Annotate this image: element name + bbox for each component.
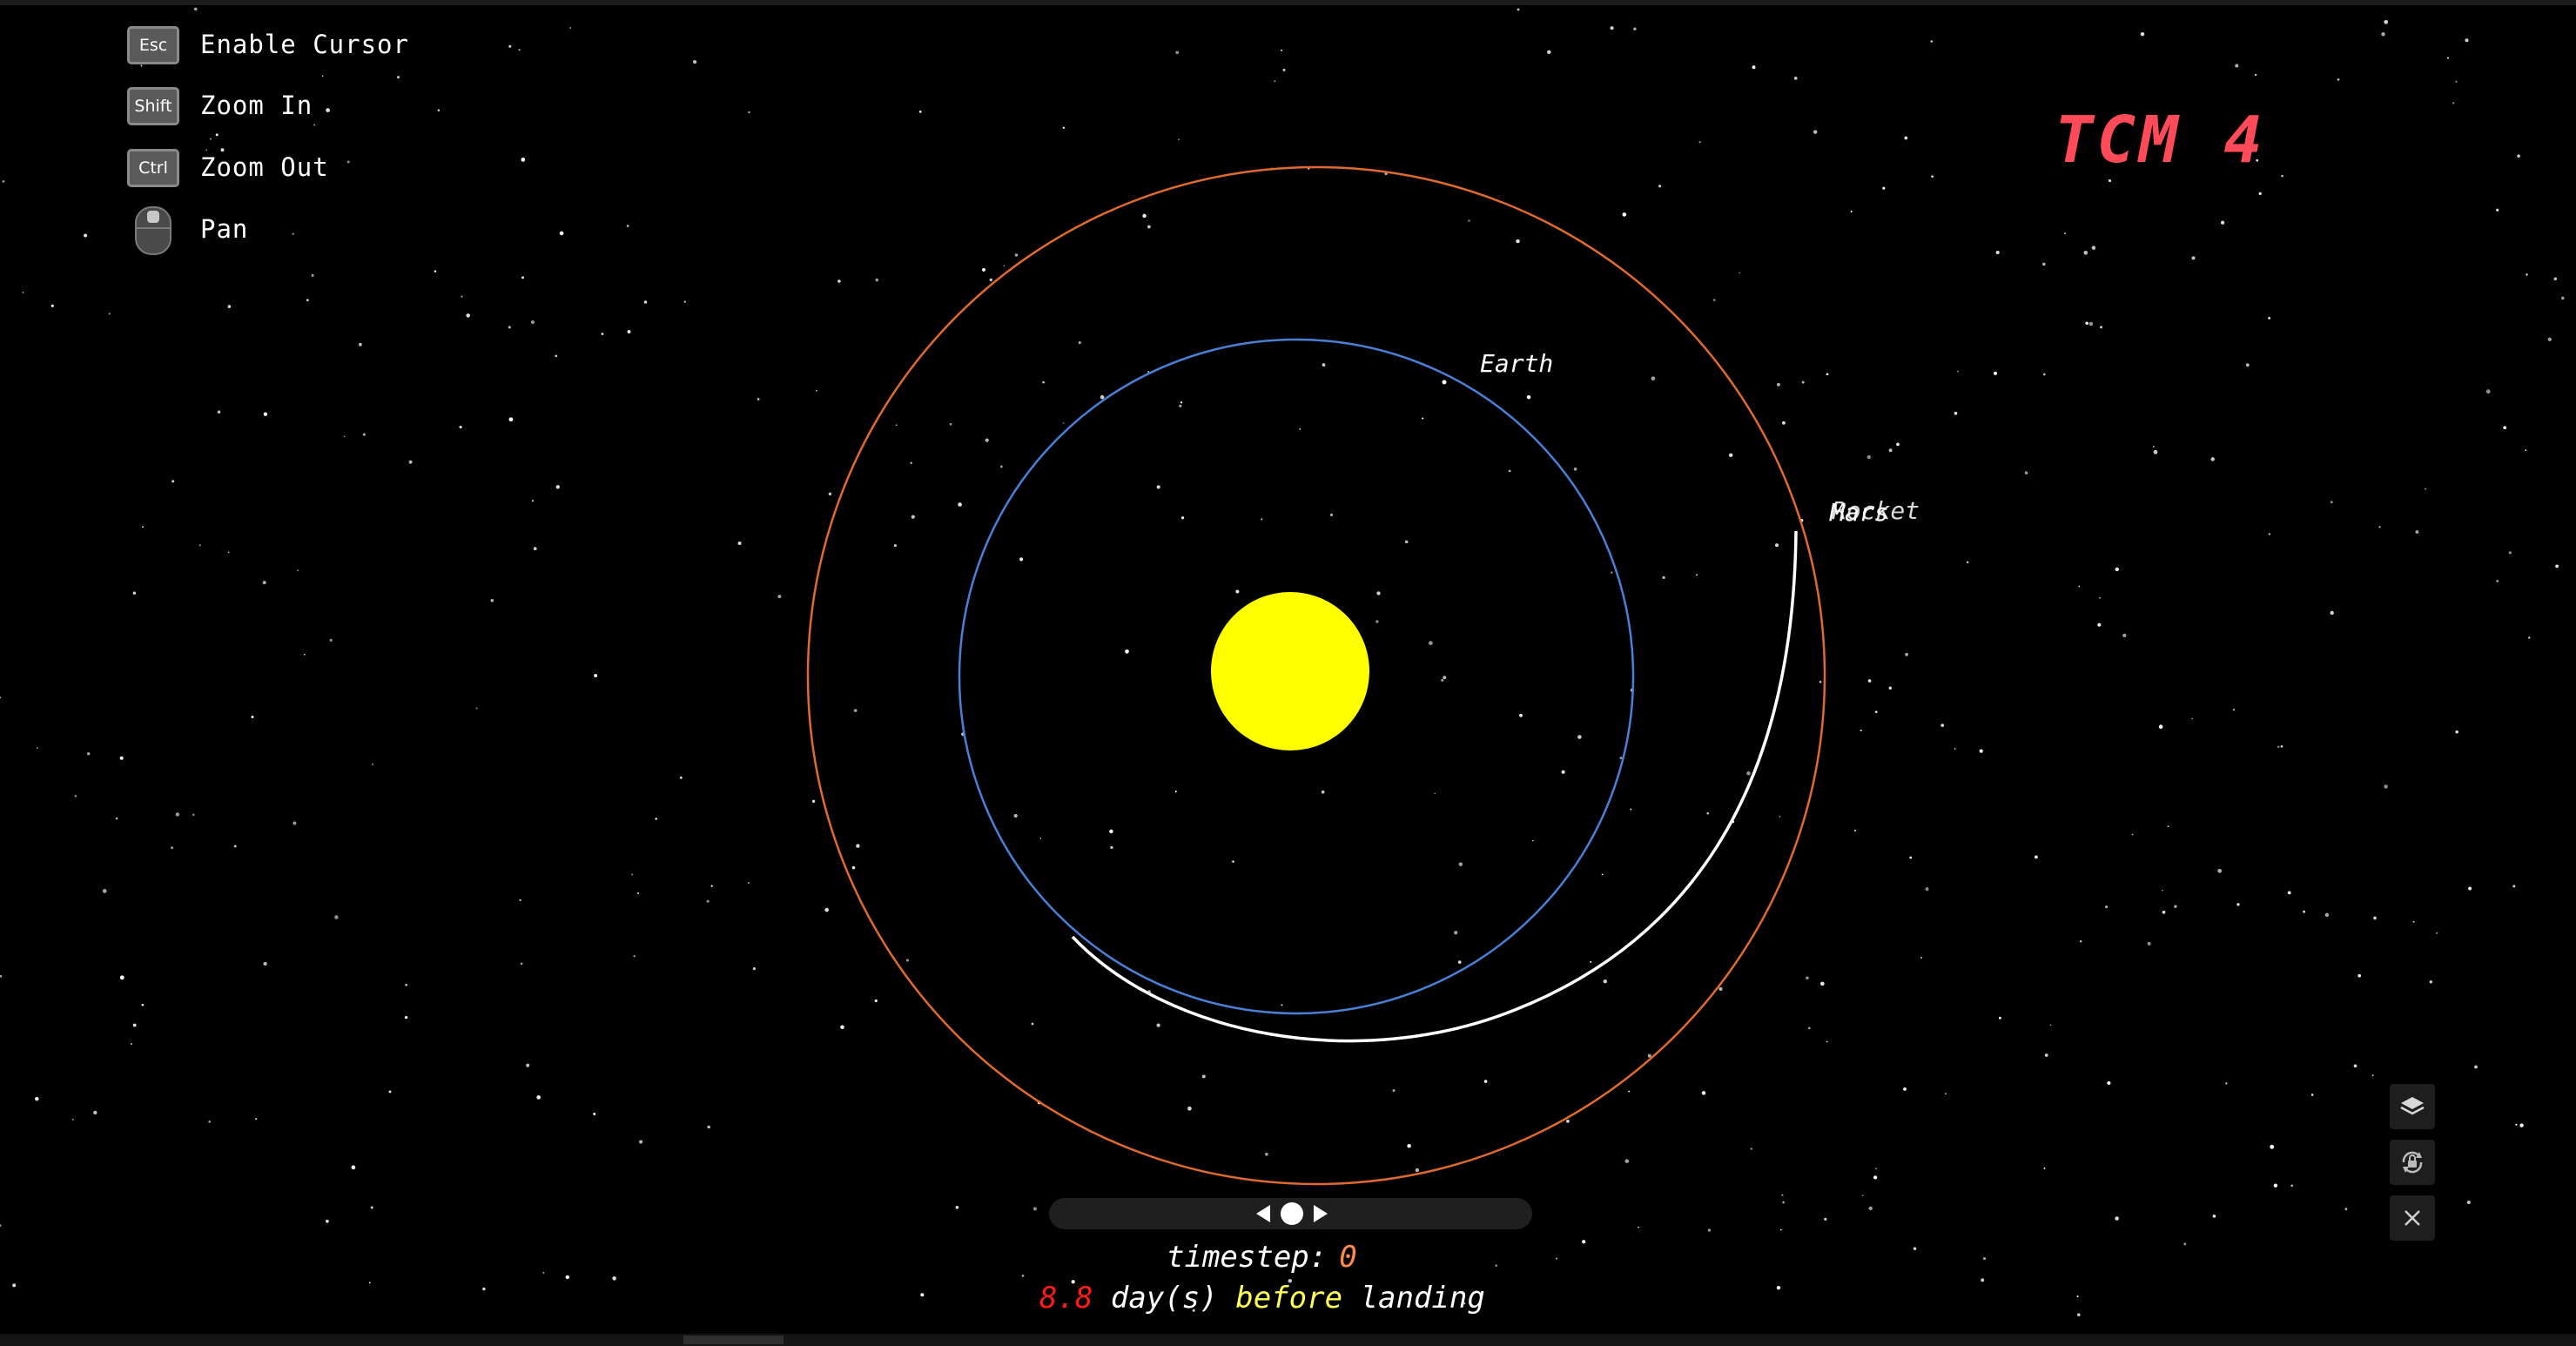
control-zoom-in: Shift Zoom In bbox=[127, 82, 441, 131]
timestep-readout: timestep: 0 bbox=[1167, 1240, 1357, 1275]
control-label: Zoom Out bbox=[200, 152, 329, 182]
days-value: 8.8 bbox=[1039, 1281, 1093, 1316]
mouse-icon bbox=[135, 206, 172, 255]
earth-label: Earth bbox=[1480, 349, 1554, 378]
control-zoom-out: Ctrl Zoom Out bbox=[127, 144, 441, 192]
control-label: Pan bbox=[200, 214, 249, 244]
rocket-label: Rocket bbox=[1832, 496, 1920, 525]
landing-word: landing bbox=[1360, 1281, 1485, 1316]
control-label: Enable Cursor bbox=[200, 30, 409, 59]
ctrl-keycap: Ctrl bbox=[127, 149, 179, 187]
scrollbar-thumb[interactable] bbox=[683, 1336, 784, 1344]
control-enable-cursor: Esc Enable Cursor bbox=[127, 21, 441, 70]
landing-countdown: 8.8 day(s) before landing bbox=[1039, 1281, 1485, 1316]
layers-icon bbox=[2400, 1097, 2425, 1115]
camera-lock-button[interactable] bbox=[2390, 1140, 2435, 1185]
viewport[interactable]: Earth Mars Rocket Esc Enable Cursor Shif… bbox=[0, 0, 2576, 1346]
step-forward-icon[interactable] bbox=[1314, 1205, 1328, 1222]
timeline-scrubber-handle[interactable] bbox=[1281, 1202, 1303, 1225]
solar-system-view[interactable] bbox=[0, 0, 2576, 1346]
rocket-trajectory bbox=[1071, 530, 1798, 1043]
close-button[interactable] bbox=[2390, 1195, 2435, 1241]
earth-marker bbox=[1442, 380, 1447, 385]
close-icon bbox=[2404, 1210, 2420, 1226]
timeline-bar[interactable] bbox=[1049, 1198, 1532, 1229]
days-unit: day(s) bbox=[1110, 1281, 1218, 1316]
shift-keycap: Shift bbox=[127, 87, 179, 125]
control-label: Zoom In bbox=[200, 91, 313, 120]
timestep-value: 0 bbox=[1339, 1240, 1357, 1275]
step-back-icon[interactable] bbox=[1256, 1205, 1270, 1222]
sun bbox=[1211, 592, 1369, 750]
timeline-controls bbox=[1256, 1202, 1328, 1225]
bottom-scrollbar[interactable] bbox=[0, 1334, 2576, 1346]
before-word: before bbox=[1235, 1281, 1343, 1316]
control-pan: Pan bbox=[127, 205, 441, 255]
maneuver-title: TCM 4 bbox=[2055, 103, 2266, 178]
timestep-label: timestep: bbox=[1167, 1240, 1328, 1275]
layers-button[interactable] bbox=[2390, 1084, 2435, 1129]
esc-keycap: Esc bbox=[127, 26, 179, 64]
camera-lock-icon bbox=[2402, 1151, 2423, 1174]
